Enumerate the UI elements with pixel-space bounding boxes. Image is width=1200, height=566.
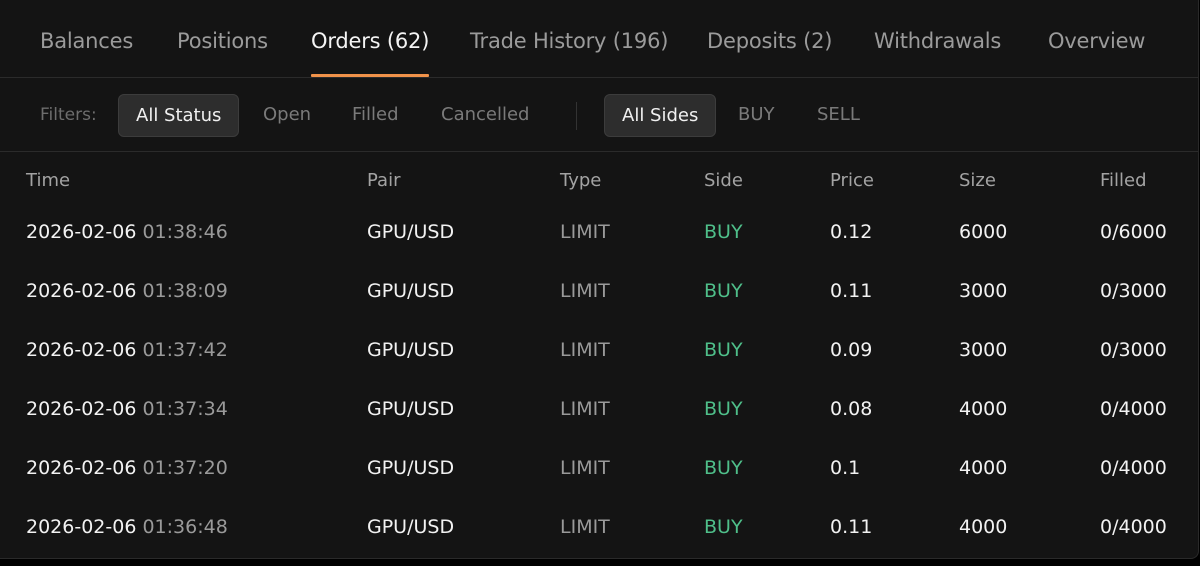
order-type: LIMIT (560, 398, 610, 420)
filter-bar: Filters: All Status Open Filled Cancelle… (0, 78, 1198, 152)
table-row[interactable]: 2026-02-06 01:37:34 GPU/USD LIMIT BUY 0.… (0, 385, 1198, 444)
order-type: LIMIT (560, 280, 610, 302)
order-side: BUY (704, 280, 743, 302)
filter-all-sides[interactable]: All Sides (604, 94, 717, 137)
order-type: LIMIT (560, 339, 610, 361)
filters-divider (576, 102, 577, 130)
table-header: Time Pair Type Side Price Size Filled (0, 152, 1198, 208)
order-clock: 01:38:46 (142, 221, 228, 243)
order-date: 2026-02-06 (26, 280, 137, 302)
order-clock: 01:37:20 (142, 457, 228, 479)
orders-panel: Balances Positions Orders (62) Trade His… (0, 0, 1199, 559)
order-pair: GPU/USD (367, 221, 455, 243)
active-tab-indicator (311, 74, 429, 77)
tab-positions[interactable]: Positions (177, 29, 268, 53)
order-date: 2026-02-06 (26, 398, 137, 420)
order-size: 3000 (959, 280, 1008, 302)
order-time: 2026-02-06 01:37:34 (26, 398, 228, 420)
tab-withdrawals[interactable]: Withdrawals (874, 29, 1001, 53)
column-header-time[interactable]: Time (26, 170, 70, 191)
order-date: 2026-02-06 (26, 457, 137, 479)
filter-sell[interactable]: SELL (817, 94, 860, 136)
tab-orders[interactable]: Orders (62) (311, 29, 429, 53)
tab-bar: Balances Positions Orders (62) Trade His… (0, 0, 1198, 78)
order-filled: 0/4000 (1100, 398, 1167, 420)
order-filled: 0/3000 (1100, 280, 1167, 302)
order-pair: GPU/USD (367, 339, 455, 361)
order-type: LIMIT (560, 516, 610, 538)
order-pair: GPU/USD (367, 398, 455, 420)
column-header-size[interactable]: Size (959, 170, 996, 191)
order-time: 2026-02-06 01:37:20 (26, 457, 228, 479)
column-header-pair[interactable]: Pair (367, 170, 400, 191)
order-price: 0.08 (830, 398, 873, 420)
order-date: 2026-02-06 (26, 221, 137, 243)
order-pair: GPU/USD (367, 280, 455, 302)
tab-balances[interactable]: Balances (40, 29, 133, 53)
order-size: 3000 (959, 339, 1008, 361)
order-filled: 0/4000 (1100, 516, 1167, 538)
order-side: BUY (704, 339, 743, 361)
order-filled: 0/3000 (1100, 339, 1167, 361)
order-pair: GPU/USD (367, 457, 455, 479)
column-header-filled[interactable]: Filled (1100, 170, 1147, 191)
table-row[interactable]: 2026-02-06 01:38:09 GPU/USD LIMIT BUY 0.… (0, 267, 1198, 326)
order-price: 0.12 (830, 221, 873, 243)
order-type: LIMIT (560, 221, 610, 243)
tab-trade-history[interactable]: Trade History (196) (470, 29, 668, 53)
order-side: BUY (704, 457, 743, 479)
filter-buy[interactable]: BUY (738, 94, 775, 136)
order-size: 4000 (959, 457, 1008, 479)
order-time: 2026-02-06 01:36:48 (26, 516, 228, 538)
order-price: 0.11 (830, 280, 873, 302)
filter-filled[interactable]: Filled (352, 94, 399, 136)
order-side: BUY (704, 516, 743, 538)
order-filled: 0/4000 (1100, 457, 1167, 479)
filter-all-status[interactable]: All Status (118, 94, 240, 137)
order-size: 4000 (959, 516, 1008, 538)
table-row[interactable]: 2026-02-06 01:38:46 GPU/USD LIMIT BUY 0.… (0, 208, 1198, 267)
orders-table: Time Pair Type Side Price Size Filled 20… (0, 152, 1198, 558)
filter-cancelled[interactable]: Cancelled (441, 94, 529, 136)
tab-deposits[interactable]: Deposits (2) (707, 29, 832, 53)
order-pair: GPU/USD (367, 516, 455, 538)
filter-open[interactable]: Open (263, 94, 311, 136)
filters-label: Filters: (40, 105, 97, 125)
table-row[interactable]: 2026-02-06 01:37:20 GPU/USD LIMIT BUY 0.… (0, 444, 1198, 503)
order-clock: 01:37:42 (142, 339, 228, 361)
order-price: 0.09 (830, 339, 873, 361)
order-date: 2026-02-06 (26, 339, 137, 361)
order-date: 2026-02-06 (26, 516, 137, 538)
order-time: 2026-02-06 01:38:46 (26, 221, 228, 243)
order-side: BUY (704, 221, 743, 243)
order-clock: 01:36:48 (142, 516, 228, 538)
column-header-price[interactable]: Price (830, 170, 874, 191)
order-side: BUY (704, 398, 743, 420)
order-type: LIMIT (560, 457, 610, 479)
table-row[interactable]: 2026-02-06 01:36:48 GPU/USD LIMIT BUY 0.… (0, 503, 1198, 558)
order-time: 2026-02-06 01:38:09 (26, 280, 228, 302)
order-clock: 01:38:09 (142, 280, 228, 302)
order-price: 0.1 (830, 457, 861, 479)
order-size: 6000 (959, 221, 1008, 243)
table-row[interactable]: 2026-02-06 01:37:42 GPU/USD LIMIT BUY 0.… (0, 326, 1198, 385)
column-header-side[interactable]: Side (704, 170, 743, 191)
tab-overview[interactable]: Overview (1048, 29, 1145, 53)
order-time: 2026-02-06 01:37:42 (26, 339, 228, 361)
order-size: 4000 (959, 398, 1008, 420)
column-header-type[interactable]: Type (560, 170, 601, 191)
order-price: 0.11 (830, 516, 873, 538)
order-filled: 0/6000 (1100, 221, 1167, 243)
order-clock: 01:37:34 (142, 398, 228, 420)
